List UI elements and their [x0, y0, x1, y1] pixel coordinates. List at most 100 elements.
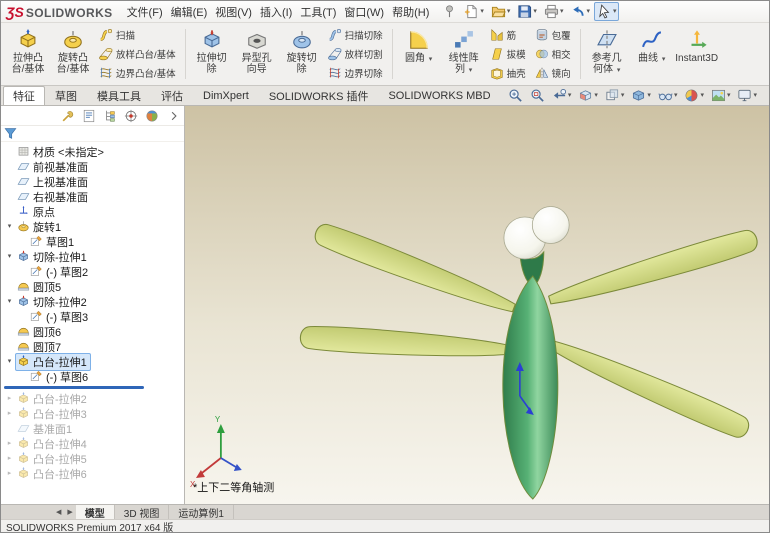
menu-item-6[interactable]: 帮助(H)	[388, 1, 433, 23]
bottom-tab-2[interactable]: 运动算例1	[169, 505, 234, 520]
ribbon-button-label: 放样切割	[344, 50, 383, 61]
tree-expand-arrow[interactable]: ▾	[4, 298, 15, 305]
dome-feature-icon	[17, 282, 30, 291]
ribbon-button-revolve-boss[interactable]: 旋转凸 台/基体	[51, 25, 95, 83]
tree-item-22[interactable]: ▸ 凸台-拉伸6	[1, 466, 184, 481]
apply-scene-button[interactable]: ▾	[709, 87, 733, 104]
tree-expand-arrow[interactable]: ▾	[4, 253, 15, 260]
property-manager-tab[interactable]	[81, 108, 97, 124]
ribbon-button-boundary[interactable]: 边界凸台/基体	[96, 64, 181, 82]
previous-view-icon	[553, 88, 566, 99]
tree-filter-button[interactable]	[4, 127, 17, 140]
command-tab-0[interactable]: 特征	[3, 86, 45, 105]
ribbon-button-rib[interactable]: 筋	[487, 26, 531, 44]
command-tab-1[interactable]: 草图	[45, 86, 87, 105]
wing-right-lower[interactable]	[544, 332, 753, 443]
wing-left-upper[interactable]	[311, 219, 519, 320]
hide-show-items-button[interactable]: ▾	[656, 87, 680, 104]
menu-item-0[interactable]: 文件(F)	[123, 1, 167, 23]
tree-item-15[interactable]: (-) 草图6	[1, 369, 184, 384]
tree-expand-arrow[interactable]: ▸	[4, 395, 15, 402]
ribbon-button-loft[interactable]: 放样凸台/基体	[96, 45, 181, 63]
material-icon	[18, 147, 29, 156]
intersect-icon	[535, 49, 548, 59]
ribbon-button-reference-geometry[interactable]: 参考几 何体 ▾	[585, 25, 629, 83]
dropdown-caret-icon: ▾	[428, 56, 433, 63]
pin-button[interactable]	[439, 2, 460, 21]
ribbon-button-sweep[interactable]: 扫描	[96, 26, 181, 44]
ribbon-button-linear-pattern[interactable]: 线性阵列 ▾	[442, 25, 486, 83]
display-manager-tab[interactable]	[144, 108, 160, 124]
menu-item-2[interactable]: 视图(V)	[211, 1, 256, 23]
ribbon-button-curves[interactable]: 曲线 ▾	[630, 25, 674, 83]
tree-item-20[interactable]: ▸ 凸台-拉伸4	[1, 436, 184, 451]
ribbon-button-extrude-cut[interactable]: 拉伸切除	[190, 25, 234, 83]
ribbon-button-hole-wizard[interactable]: 异型孔 向导	[235, 25, 279, 83]
view-settings-button[interactable]: ▾	[735, 87, 759, 104]
command-tab-3[interactable]: 评估	[151, 86, 193, 105]
ribbon-button-boundary-cut[interactable]: 边界切除	[325, 64, 388, 82]
command-tab-6[interactable]: SOLIDWORKS MBD	[378, 86, 500, 105]
print-button[interactable]: ▾	[541, 2, 567, 21]
open-folder-button[interactable]: ▾	[488, 2, 514, 21]
ribbon-button-shell[interactable]: 抽壳	[487, 64, 531, 82]
tree-item-13[interactable]: 圆顶7	[1, 339, 184, 354]
select-arrow-button[interactable]: ▾	[593, 2, 620, 21]
section-view-button[interactable]: ▾	[576, 87, 600, 104]
menu-item-1[interactable]: 编辑(E)	[167, 1, 212, 23]
zoom-area-button[interactable]	[528, 87, 547, 104]
tab-scroll-right-button[interactable]: ▶	[64, 505, 75, 519]
tree-expand-arrow[interactable]: ▾	[4, 358, 15, 365]
panel-flyout-button[interactable]	[168, 110, 180, 122]
ribbon-button-label: 异型孔 向导	[241, 53, 272, 75]
command-tab-5[interactable]: SOLIDWORKS 插件	[259, 86, 379, 105]
display-style-icon	[633, 90, 645, 101]
configuration-manager-tab[interactable]	[102, 108, 118, 124]
model-dragonfly[interactable]: Y X	[185, 106, 769, 504]
view-orientation-button[interactable]: ▾	[603, 87, 627, 104]
ribbon-button-mirror[interactable]: 镜向	[532, 64, 576, 82]
menu-item-3[interactable]: 插入(I)	[256, 1, 296, 23]
tree-item-17[interactable]: ▸ 凸台-拉伸2	[1, 391, 184, 406]
viewport[interactable]: Y X *上下二等角轴测	[185, 106, 769, 504]
previous-view-button[interactable]: ▾	[550, 87, 574, 104]
bottom-tab-1[interactable]: 3D 视图	[115, 505, 170, 520]
bottom-tab-0[interactable]: 模型	[75, 505, 115, 520]
ribbon-button-instant3d[interactable]: Instant3D	[675, 25, 719, 83]
model-eye-right[interactable]	[531, 206, 570, 244]
save-button[interactable]: ▾	[514, 2, 540, 21]
wing-left-lower[interactable]	[299, 324, 514, 363]
tree-expand-arrow[interactable]: ▾	[4, 223, 15, 230]
ribbon-button-fillet[interactable]: 圆角 ▾	[397, 25, 441, 83]
undo-button[interactable]: ▾	[567, 2, 593, 21]
tree-expand-arrow[interactable]: ▸	[4, 410, 15, 417]
ribbon-button-loft-cut[interactable]: 放样切割	[325, 45, 388, 63]
dimxpert-manager-tab[interactable]	[123, 108, 139, 124]
ribbon-button-draft[interactable]: 拔模	[487, 45, 531, 63]
tree-expand-arrow[interactable]: ▸	[4, 440, 15, 447]
tree-item-body: 凸台-拉伸6	[15, 465, 91, 483]
ribbon-group-separator	[184, 29, 186, 79]
command-tab-4[interactable]: DimXpert	[193, 86, 259, 105]
tree-item-21[interactable]: ▸ 凸台-拉伸5	[1, 451, 184, 466]
tree-item-18[interactable]: ▸ 凸台-拉伸3	[1, 406, 184, 421]
feature-manager-tab[interactable]	[60, 108, 76, 124]
tree-expand-arrow[interactable]: ▸	[4, 470, 15, 477]
tree-expand-arrow[interactable]: ▸	[4, 455, 15, 462]
menu-item-4[interactable]: 工具(T)	[296, 1, 340, 23]
edit-appearance-button[interactable]: ▾	[682, 87, 706, 104]
display-style-button[interactable]: ▾	[629, 87, 653, 104]
menu-item-5[interactable]: 窗口(W)	[340, 1, 388, 23]
tree-item-19[interactable]: 基准面1	[1, 421, 184, 436]
wing-right-upper[interactable]	[545, 226, 761, 313]
command-tab-2[interactable]: 模具工具	[87, 86, 151, 105]
tab-scroll-left-button[interactable]: ◀	[53, 505, 64, 519]
zoom-fit-button[interactable]	[506, 87, 525, 104]
ribbon-button-sweep-cut[interactable]: 扫描切除	[325, 26, 388, 44]
dropdown-caret-icon: ▾	[726, 92, 731, 99]
ribbon-button-intersect[interactable]: 相交	[532, 45, 576, 63]
ribbon-button-extrude-boss[interactable]: 拉伸凸 台/基体	[6, 25, 50, 83]
ribbon-button-revolve-cut[interactable]: 旋转切除	[280, 25, 324, 83]
new-document-button[interactable]: ▾	[461, 2, 487, 21]
ribbon-button-wrap[interactable]: 包覆	[532, 26, 576, 44]
